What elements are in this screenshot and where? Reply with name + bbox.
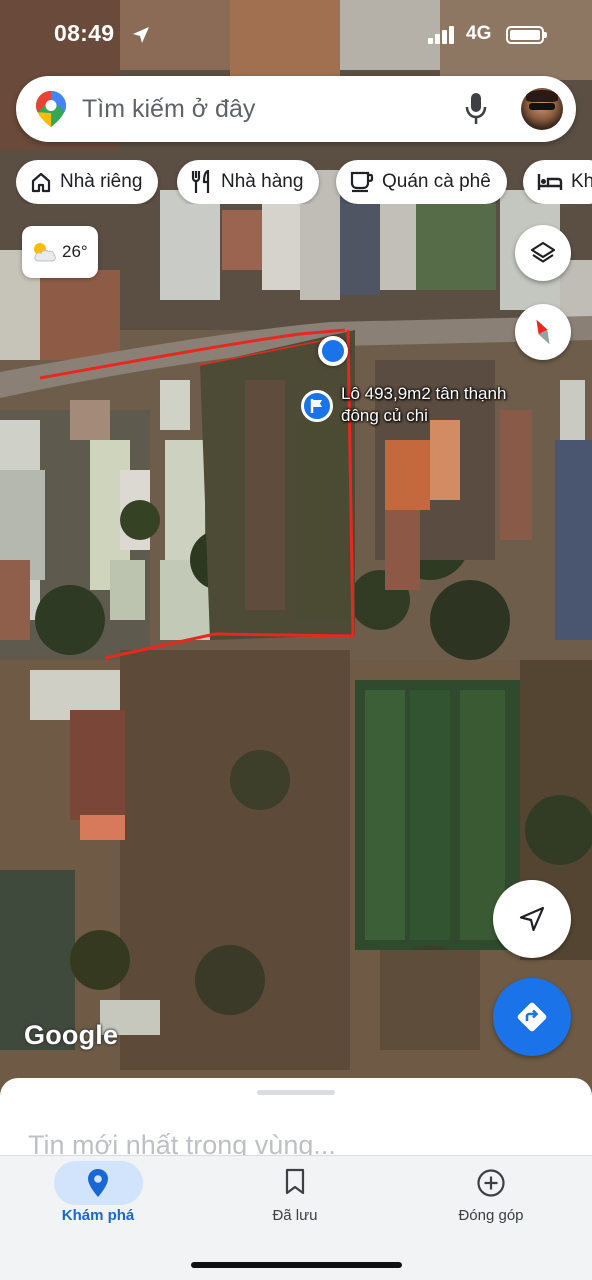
google-attribution: Google — [24, 1020, 119, 1050]
chip-coffee[interactable]: Quán cà phê — [336, 160, 507, 204]
home-icon — [31, 172, 51, 193]
nav-label: Đã lưu — [272, 1207, 318, 1224]
weather-temperature: 26° — [62, 242, 88, 261]
nav-label: Khám phá — [61, 1207, 135, 1224]
nav-saved[interactable]: Đã lưu — [215, 1156, 375, 1236]
directions-icon — [517, 1002, 547, 1032]
coffee-icon — [350, 171, 374, 193]
saved-pin-icon[interactable] — [301, 390, 333, 422]
nav-contribute[interactable]: Đóng góp — [411, 1156, 571, 1236]
avatar[interactable] — [521, 88, 563, 130]
chip-label: Nhà hàng — [221, 171, 304, 192]
mic-icon[interactable] — [465, 93, 487, 125]
my-location-dot — [318, 336, 348, 366]
navigation-arrow-icon — [519, 906, 545, 932]
chip-home[interactable]: Nhà riêng — [16, 160, 159, 204]
layers-icon — [530, 241, 556, 263]
status-bar: 08:49 4G — [0, 18, 592, 54]
chip-hotels[interactable]: Kh — [523, 160, 592, 204]
category-chips: Nhà riêng Nhà hàng Quán cà phê Kh — [16, 160, 592, 204]
layers-button[interactable] — [515, 225, 571, 281]
my-location-button[interactable] — [493, 880, 571, 958]
directions-button[interactable] — [493, 978, 571, 1056]
compass-icon — [536, 319, 550, 345]
home-indicator[interactable] — [191, 1262, 402, 1268]
status-time: 08:49 — [54, 20, 115, 46]
nav-explore[interactable]: Khám phá — [18, 1156, 178, 1236]
partly-cloudy-icon — [34, 243, 56, 262]
chip-label: Quán cà phê — [382, 171, 491, 192]
search-input[interactable] — [82, 94, 442, 124]
location-arrow-icon — [133, 27, 149, 43]
chip-restaurants[interactable]: Nhà hàng — [177, 160, 320, 204]
restaurant-icon — [191, 170, 210, 193]
compass-button[interactable] — [515, 304, 571, 360]
network-type: 4G — [466, 23, 492, 44]
weather-widget[interactable]: 26° — [22, 226, 98, 278]
chip-label: Nhà riêng — [60, 171, 143, 192]
sheet-drag-handle[interactable] — [257, 1090, 335, 1095]
add-circle-icon — [477, 1169, 505, 1197]
bookmark-icon — [285, 1168, 305, 1195]
battery-icon — [506, 26, 547, 44]
explore-pin-icon — [88, 1169, 108, 1197]
search-bar[interactable] — [16, 76, 576, 142]
google-maps-pin-icon — [36, 91, 66, 127]
chip-label: Kh — [571, 171, 592, 192]
hotel-icon — [537, 174, 563, 190]
cellular-signal-icon — [428, 26, 454, 44]
nav-label: Đóng góp — [458, 1207, 524, 1224]
place-label[interactable]: Lô 493,9m2 tân thạnh đông củ chi — [341, 383, 511, 427]
